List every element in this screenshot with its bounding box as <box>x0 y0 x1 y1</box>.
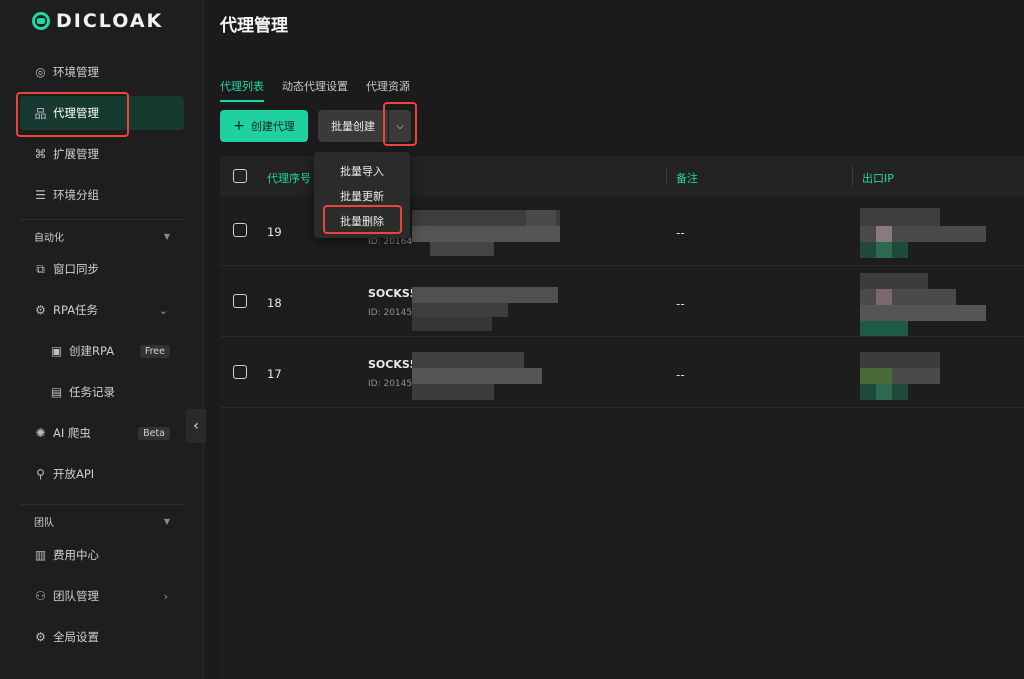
caret-down-icon: ▼ <box>163 232 170 241</box>
header-exit-ip[interactable]: 出口IP <box>862 170 894 186</box>
robot-icon: ⚙ <box>35 303 46 317</box>
sidebar-item-label: AI 爬虫 <box>53 426 91 440</box>
menu-item-batch-import[interactable]: 批量导入 <box>314 163 410 179</box>
sidebar-item-rpa-tasks[interactable]: ⚙ RPA任务 ⌄ <box>20 293 184 327</box>
sidebar-item-label: 任务记录 <box>69 385 115 399</box>
sidebar-item-label: 团队管理 <box>53 589 99 603</box>
tab-proxy-resources[interactable]: 代理资源 <box>366 78 410 102</box>
create-rpa-icon: ▣ <box>50 344 63 358</box>
sidebar-item-label: RPA任务 <box>53 303 99 317</box>
chevron-down-icon: ⌄ <box>158 303 168 317</box>
api-icon: ⚲ <box>36 467 45 481</box>
proxy-name: SOCKS5 <box>368 358 418 371</box>
row-seq: 17 <box>267 367 282 381</box>
billing-icon: ▥ <box>34 548 47 562</box>
free-badge: Free <box>139 344 170 358</box>
header-note[interactable]: 备注 <box>676 170 698 186</box>
section-title: 团队 <box>34 518 54 529</box>
sidebar-item-environments[interactable]: ◎ 环境管理 <box>20 55 184 89</box>
sidebar-item-task-records[interactable]: ▤ 任务记录 <box>20 375 184 409</box>
team-icon: ⚇ <box>35 589 46 603</box>
sidebar-item-label: 窗口同步 <box>53 262 99 276</box>
tab-proxy-list[interactable]: 代理列表 <box>220 78 264 102</box>
tab-dynamic-proxy-settings[interactable]: 动态代理设置 <box>282 78 348 102</box>
row-seq: 18 <box>267 296 282 310</box>
table-row[interactable]: 17 SOCKS5 ID: 20145 -- <box>220 338 1024 408</box>
group-icon: ☰ <box>35 188 46 202</box>
proxy-id: ID: 20145 <box>368 379 413 389</box>
tab-bar: 代理列表 动态代理设置 代理资源 <box>220 78 410 102</box>
row-checkbox[interactable] <box>233 365 247 379</box>
proxy-id: ID: 20164 <box>368 237 413 247</box>
row-note: -- <box>676 297 685 311</box>
sidebar-item-label: 环境分组 <box>53 188 99 202</box>
select-all-checkbox[interactable] <box>233 169 247 183</box>
table-row[interactable]: 18 SOCKS5 ID: 20145 -- <box>220 267 1024 337</box>
sidebar-item-billing[interactable]: ▥ 费用中心 <box>20 538 184 572</box>
sidebar-item-open-api[interactable]: ⚲ 开放API <box>20 457 184 491</box>
row-seq: 19 <box>267 225 282 239</box>
sidebar-item-label: 开放API <box>53 467 95 481</box>
chevron-down-icon: ⌵ <box>396 120 404 132</box>
proxy-id: ID: 20145 <box>368 308 413 318</box>
settings-icon: ⚙ <box>35 630 46 644</box>
row-checkbox[interactable] <box>233 223 247 237</box>
sidebar-divider <box>20 504 184 505</box>
automation-section-header[interactable]: 自动化 ▼ <box>34 229 170 244</box>
batch-dropdown-menu: 批量导入 批量更新 批量删除 <box>314 152 410 238</box>
bug-icon: ✺ <box>35 426 46 440</box>
caret-down-icon: ▼ <box>163 517 170 526</box>
batch-create-label: 批量创建 <box>331 120 375 133</box>
logo-text: DICLOAK <box>56 10 164 32</box>
sidebar-item-label: 创建RPA <box>69 344 115 358</box>
sync-window-icon: ⧉ <box>36 261 45 276</box>
sidebar-item-extensions[interactable]: ⌘ 扩展管理 <box>20 137 184 171</box>
section-title: 自动化 <box>34 233 64 244</box>
batch-dropdown-toggle[interactable]: ⌵ <box>389 110 411 142</box>
collapse-sidebar-button[interactable]: ‹ <box>186 409 206 443</box>
create-proxy-label: 创建代理 <box>250 120 295 133</box>
sidebar-item-create-rpa[interactable]: ▣ 创建RPA Free <box>20 334 184 368</box>
sidebar-item-team-management[interactable]: ⚇ 团队管理 › <box>20 579 184 613</box>
plus-icon: + <box>233 118 245 134</box>
row-note: -- <box>676 226 685 240</box>
sidebar-item-label: 代理管理 <box>53 106 99 120</box>
header-seq[interactable]: 代理序号 <box>267 170 311 186</box>
sidebar-divider <box>20 219 184 220</box>
chrome-icon: ◎ <box>35 65 46 79</box>
chevron-left-icon: ‹ <box>193 418 199 434</box>
row-note: -- <box>676 368 685 382</box>
page-title: 代理管理 <box>220 16 288 36</box>
menu-item-batch-delete[interactable]: 批量删除 <box>314 213 410 229</box>
task-record-icon: ▤ <box>50 385 63 399</box>
team-section-header[interactable]: 团队 ▼ <box>34 514 170 529</box>
beta-badge: Beta <box>138 426 170 440</box>
sidebar-item-global-settings[interactable]: ⚙ 全局设置 <box>20 620 184 654</box>
sidebar-item-ai-crawler[interactable]: ✺ AI 爬虫 Beta <box>20 416 184 450</box>
sidebar-item-label: 全局设置 <box>53 630 99 644</box>
sidebar-item-label: 费用中心 <box>53 548 99 562</box>
logo-icon <box>32 12 50 30</box>
sidebar-item-proxies[interactable]: 品 代理管理 <box>20 96 184 130</box>
chevron-right-icon: › <box>163 589 168 603</box>
batch-create-button[interactable]: 批量创建 <box>318 110 388 142</box>
create-proxy-button[interactable]: + 创建代理 <box>220 110 308 142</box>
menu-item-batch-update[interactable]: 批量更新 <box>314 188 410 204</box>
sidebar-item-label: 扩展管理 <box>53 147 99 161</box>
row-checkbox[interactable] <box>233 294 247 308</box>
logo[interactable]: DICLOAK <box>32 10 163 32</box>
column-divider <box>852 166 853 186</box>
sidebar: DICLOAK ◎ 环境管理 品 代理管理 ⌘ 扩展管理 ☰ 环境分组 自动化 … <box>0 0 204 679</box>
proxy-icon: 品 <box>34 106 47 121</box>
sidebar-item-label: 环境管理 <box>53 65 99 79</box>
proxy-name: SOCKS5 <box>368 287 418 300</box>
column-divider <box>666 166 667 186</box>
extension-icon: ⌘ <box>34 147 47 161</box>
sidebar-item-window-sync[interactable]: ⧉ 窗口同步 <box>20 252 184 286</box>
sidebar-item-groups[interactable]: ☰ 环境分组 <box>20 178 184 212</box>
